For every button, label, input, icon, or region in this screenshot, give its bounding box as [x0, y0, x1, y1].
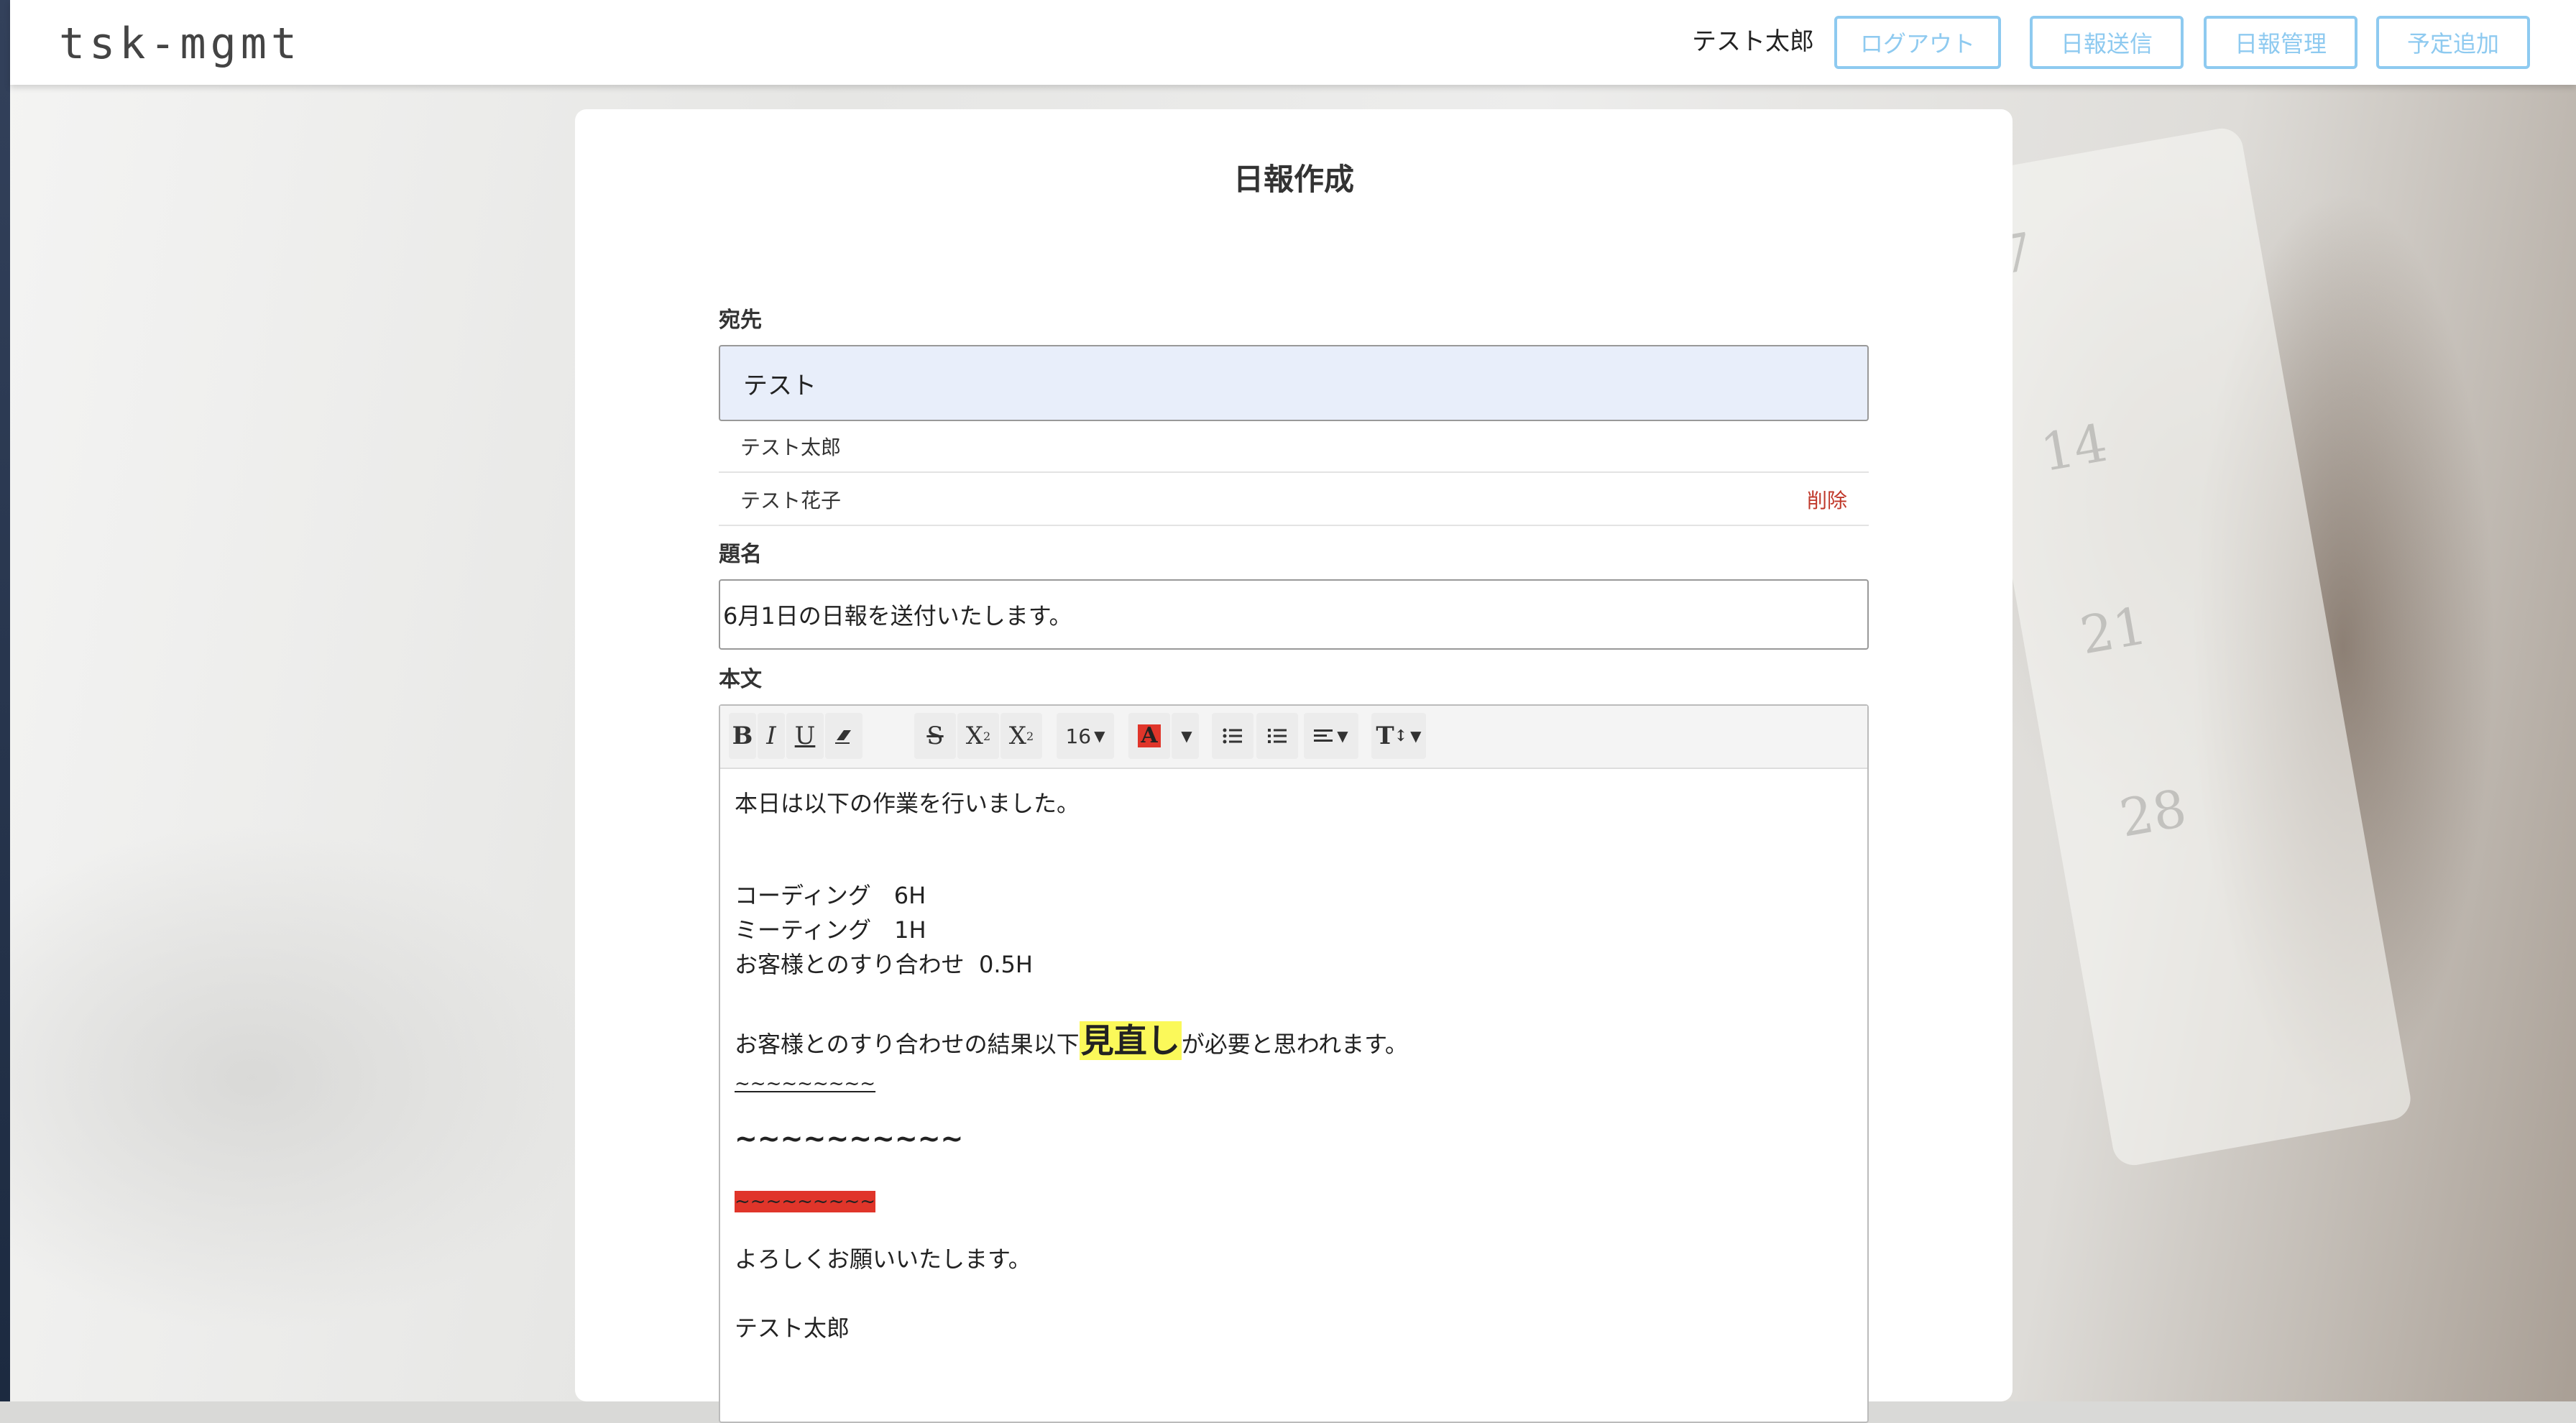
align-icon[interactable]: ▼: [1304, 713, 1358, 759]
eraser-icon[interactable]: [825, 713, 862, 759]
subscript-icon[interactable]: X2: [1000, 713, 1042, 759]
superscript-icon[interactable]: X2: [957, 713, 999, 759]
highlighted-text: 見直し: [1079, 1021, 1182, 1060]
font-size-value: 16: [1065, 724, 1092, 748]
body-line-highlight-row: お客様とのすり合わせの結果以下見直しが必要と思われます。: [735, 1021, 1408, 1062]
chevron-down-icon: ▼: [1094, 727, 1105, 745]
font-size-dropdown[interactable]: 16 ▼: [1057, 713, 1114, 759]
top-header: tsk-mgmt テスト太郎 ログアウト 日報送信 日報管理 予定追加: [10, 0, 2576, 85]
to-label: 宛先: [719, 308, 762, 333]
add-schedule-button[interactable]: 予定追加: [2376, 16, 2530, 69]
current-user-name: テスト太郎: [1692, 27, 1814, 56]
left-edge-strip: [0, 0, 10, 1401]
recipient-name: テスト太郎: [740, 436, 842, 459]
underline-icon[interactable]: U: [786, 713, 824, 759]
body-line-red: ~~~~~~~~~: [735, 1184, 876, 1219]
recipient-input[interactable]: テスト: [719, 345, 1869, 421]
send-report-button[interactable]: 日報送信: [2030, 16, 2184, 69]
font-color-icon[interactable]: A: [1128, 713, 1170, 759]
unordered-list-icon[interactable]: [1212, 713, 1254, 759]
body-line: テスト太郎: [735, 1314, 850, 1342]
ordered-list-icon[interactable]: [1256, 713, 1298, 759]
body-line: お客様とのすり合わせ 0.5H: [735, 951, 1033, 978]
red-background-text: ~~~~~~~~~: [735, 1191, 876, 1212]
body-text-segment: お客様とのすり合わせの結果以下: [735, 1031, 1080, 1058]
calendar-number: 14: [2036, 412, 2112, 484]
delete-recipient-link[interactable]: 削除: [1807, 485, 1847, 514]
line-height-icon[interactable]: T ↕ ▼: [1371, 713, 1426, 759]
recipient-name: テスト花子: [740, 489, 842, 512]
report-form-card: 日報作成 宛先 テスト テスト太郎 テスト花子 削除 題名 6月1日の日報を送付…: [575, 109, 2012, 1423]
calendar-number: 21: [2076, 594, 2151, 666]
body-label: 本文: [719, 667, 762, 692]
app-logo[interactable]: tsk-mgmt: [59, 19, 301, 69]
logout-button[interactable]: ログアウト: [1834, 16, 2001, 69]
body-text-segment: が必要と思われます。: [1181, 1031, 1408, 1058]
bold-icon[interactable]: B: [729, 713, 756, 759]
body-line: 本日は以下の作業を行いました。: [735, 790, 1080, 817]
selected-recipient-item: テスト花子 削除: [719, 474, 1869, 526]
body-line-underlined: ~~~~~~~~~: [735, 1073, 876, 1095]
body-line: ミーティング 1H: [735, 916, 926, 944]
subject-input[interactable]: 6月1日の日報を送付いたします。: [719, 579, 1869, 650]
subject-label: 題名: [719, 542, 762, 567]
body-line: コーディング 6H: [735, 882, 926, 909]
strikethrough-icon[interactable]: S: [914, 713, 956, 759]
subject-input-value: 6月1日の日報を送付いたします。: [723, 602, 1072, 630]
page-title: 日報作成: [1233, 162, 1354, 197]
color-caret-icon[interactable]: ▼: [1172, 713, 1199, 759]
manage-reports-button[interactable]: 日報管理: [2204, 16, 2358, 69]
recipient-input-value: テスト: [743, 371, 816, 400]
calendar-number: 28: [2115, 778, 2191, 849]
italic-icon[interactable]: I: [758, 713, 785, 759]
body-line-large: ~~~~~~~~~~: [735, 1123, 964, 1154]
editor-toolbar: B I U S X2 X2 16 ▼ A ▼ ▼ T ↕ ▼: [720, 706, 1867, 769]
rich-text-editor[interactable]: B I U S X2 X2 16 ▼ A ▼ ▼ T ↕ ▼ 本日は以下の作業を…: [719, 704, 1869, 1423]
body-line: よろしくお願いいたします。: [735, 1245, 1031, 1273]
recipient-suggestion-item[interactable]: テスト太郎: [719, 421, 1869, 473]
